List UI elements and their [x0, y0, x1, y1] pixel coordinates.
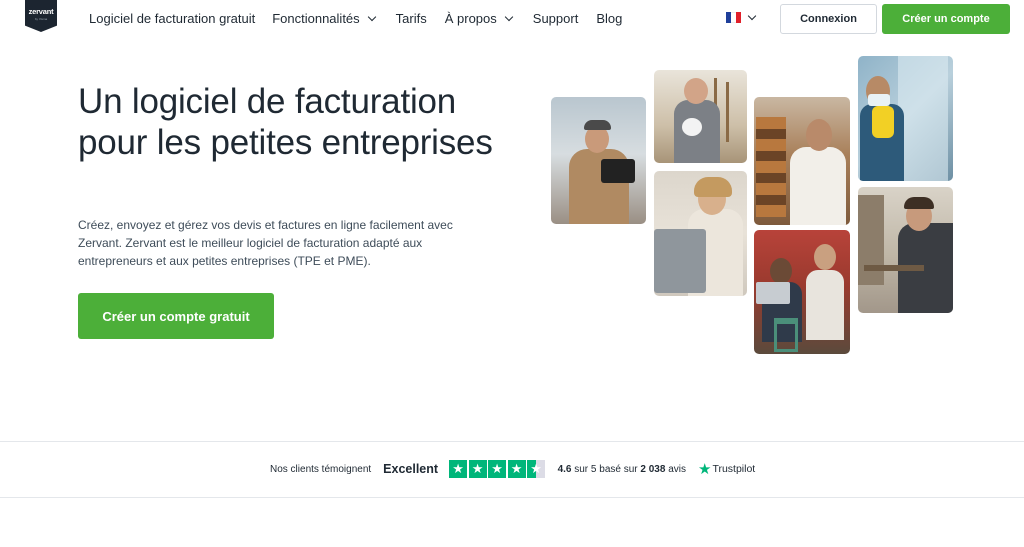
star-icon: ★: [488, 460, 507, 478]
star-icon: ★: [507, 460, 526, 478]
chevron-down-icon: [504, 12, 514, 21]
rating-score: 4.6 sur 5 basé sur 2 038 avis: [558, 464, 686, 475]
nav-link-free-invoicing[interactable]: Logiciel de facturation gratuit: [89, 11, 255, 26]
photo-construction-worker: [654, 70, 747, 163]
hero-title: Un logiciel de facturation pour les peti…: [78, 82, 493, 162]
create-free-account-button[interactable]: Créer un compte gratuit: [78, 293, 274, 339]
chevron-down-icon: [747, 11, 757, 20]
score-text: sur 5 basé sur: [571, 463, 641, 475]
photo-two-men-laptop: [754, 230, 850, 354]
trustpilot-star-icon: ★: [697, 460, 712, 478]
nav-link-label: Support: [532, 11, 579, 26]
nav-link-label: Fonctionnalités: [272, 11, 360, 26]
nav-link-label: Logiciel de facturation gratuit: [89, 11, 256, 26]
nav-link-label: Blog: [596, 11, 623, 26]
chevron-down-icon: [367, 12, 376, 21]
trustpilot-widget[interactable]: Nos clients témoignent Excellent ★ ★ ★ ★…: [270, 460, 755, 478]
score-value: 4.6: [557, 463, 572, 475]
nav-link-label: À propos: [444, 11, 497, 26]
top-navigation: zervant by Visma Logiciel de facturation…: [0, 0, 1024, 38]
half-star-icon: ★: [527, 460, 546, 478]
rating-word: Excellent: [383, 462, 439, 476]
logo-subtext: by Visma: [34, 17, 48, 21]
photo-photographer: [551, 97, 646, 224]
trustpilot-logo[interactable]: ★ Trustpilot: [698, 462, 755, 477]
photo-baker: [754, 97, 850, 225]
logo-text: zervant: [28, 7, 54, 16]
photo-woman-laptop: [654, 171, 747, 296]
review-count: 2 038: [640, 463, 666, 475]
signup-button[interactable]: Créer un compte: [882, 4, 1010, 34]
zervant-logo[interactable]: zervant by Visma: [25, 0, 57, 32]
trustpilot-name: Trustpilot: [712, 463, 756, 475]
rating-stars: ★ ★ ★ ★ ★: [449, 460, 547, 478]
nav-link-pricing[interactable]: Tarifs: [396, 11, 427, 26]
language-selector[interactable]: [726, 11, 757, 23]
nav-link-support[interactable]: Support: [533, 11, 579, 26]
nav-link-about[interactable]: À propos: [444, 11, 514, 26]
nav-link-label: Tarifs: [395, 11, 427, 26]
nav-links: Logiciel de facturation gratuit Fonction…: [89, 11, 622, 26]
nav-link-blog[interactable]: Blog: [596, 11, 622, 26]
trustpilot-bar: Nos clients témoignent Excellent ★ ★ ★ ★…: [0, 441, 1024, 498]
french-flag-icon: [726, 12, 741, 23]
hero-description: Créez, envoyez et gérez vos devis et fac…: [78, 218, 453, 268]
nav-link-features[interactable]: Fonctionnalités: [272, 11, 376, 26]
star-icon: ★: [449, 460, 468, 478]
photo-man-at-desk: [858, 187, 953, 313]
reviews-label: avis: [665, 463, 686, 475]
star-icon: ★: [468, 460, 487, 478]
clients-label: Nos clients témoignent: [270, 463, 372, 475]
login-button[interactable]: Connexion: [780, 4, 877, 34]
photo-cleaner: [858, 56, 953, 181]
